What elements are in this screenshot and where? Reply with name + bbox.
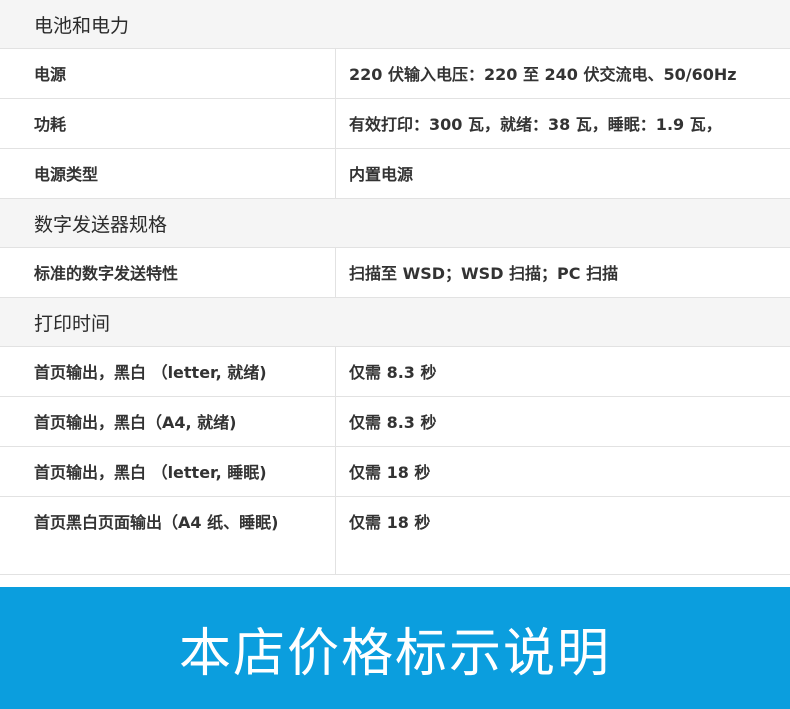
spec-label: 标准的数字发送特性 <box>0 248 336 297</box>
spec-label: 功耗 <box>0 99 336 148</box>
section-header-print-time: 打印时间 <box>0 298 790 347</box>
section-title: 打印时间 <box>34 312 111 335</box>
table-row: 首页黑白页面输出（A4 纸、睡眠) 仅需 18 秒 <box>0 497 790 575</box>
table-row: 电源 220 伏输入电压：220 至 240 伏交流电、50/60Hz <box>0 49 790 99</box>
banner-title: 本店价格标示说明 <box>178 623 611 684</box>
spec-label: 电源类型 <box>0 149 336 198</box>
section-title: 电池和电力 <box>34 14 130 37</box>
table-row: 首页输出，黑白（A4, 就绪) 仅需 8.3 秒 <box>0 397 790 447</box>
table-row: 标准的数字发送特性 扫描至 WSD；WSD 扫描；PC 扫描 <box>0 248 790 298</box>
section-header-power: 电池和电力 <box>0 0 790 49</box>
spec-value: 扫描至 WSD；WSD 扫描；PC 扫描 <box>349 264 619 283</box>
table-row: 电源类型 内置电源 <box>0 149 790 199</box>
spec-value: 有效打印：300 瓦，就绪：38 瓦，睡眠：1.9 瓦， <box>349 115 722 134</box>
spec-label: 首页输出，黑白（A4, 就绪) <box>0 397 336 446</box>
section-title: 数字发送器规格 <box>34 213 168 236</box>
spec-value: 仅需 8.3 秒 <box>349 363 437 382</box>
spec-value: 内置电源 <box>349 165 414 184</box>
spec-value: 仅需 18 秒 <box>349 513 431 532</box>
spec-label: 电源 <box>0 49 336 98</box>
spec-label: 首页输出，黑白 （letter, 睡眠) <box>0 447 336 496</box>
table-row: 首页输出，黑白 （letter, 睡眠) 仅需 18 秒 <box>0 447 790 497</box>
spec-table: 电池和电力 电源 220 伏输入电压：220 至 240 伏交流电、50/60H… <box>0 0 790 587</box>
table-row: 首页输出，黑白 （letter, 就绪) 仅需 8.3 秒 <box>0 347 790 397</box>
spec-value: 仅需 18 秒 <box>349 463 431 482</box>
spec-value: 仅需 8.3 秒 <box>349 413 437 432</box>
section-header-digital-send: 数字发送器规格 <box>0 199 790 248</box>
price-notice-banner: 本店价格标示说明 <box>0 587 790 709</box>
spec-label: 首页输出，黑白 （letter, 就绪) <box>0 347 336 396</box>
table-row: 功耗 有效打印：300 瓦，就绪：38 瓦，睡眠：1.9 瓦， <box>0 99 790 149</box>
spec-label: 首页黑白页面输出（A4 纸、睡眠) <box>0 497 336 574</box>
spec-value: 220 伏输入电压：220 至 240 伏交流电、50/60Hz <box>349 65 737 84</box>
